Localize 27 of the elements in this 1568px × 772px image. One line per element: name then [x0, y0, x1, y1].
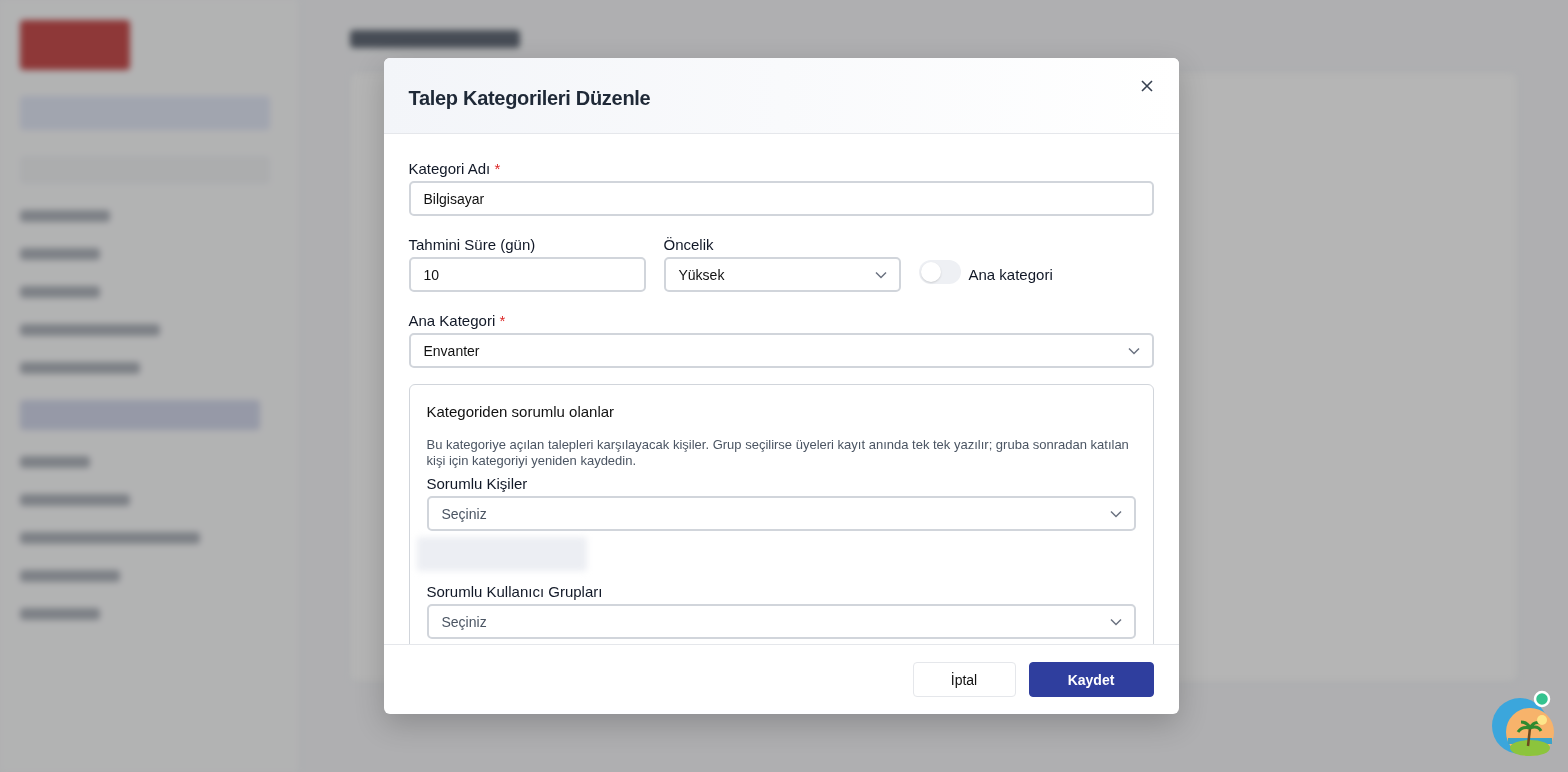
chevron-down-icon — [1127, 346, 1140, 355]
chevron-down-icon — [1109, 509, 1122, 518]
dialog-title: Talep Kategorileri Düzenle — [408, 87, 651, 110]
select-field[interactable]: Yüksek — [663, 257, 901, 292]
required-mark: * — [494, 160, 501, 177]
close-button[interactable] — [1138, 77, 1155, 94]
required-mark: * — [499, 312, 506, 329]
select-field[interactable]: Seçiniz — [426, 604, 1136, 639]
section-title: Kategoriden sorumlu olanlar — [426, 403, 616, 420]
cancel-button[interactable]: İptal — [912, 662, 1016, 697]
field-label: Öncelik — [663, 236, 715, 253]
text-field[interactable]: Bilgisayar — [408, 181, 1154, 216]
chevron-down-icon — [1109, 617, 1122, 626]
toggle-label: Ana kategori — [968, 266, 1053, 283]
field-label: Tahmini Süre (gün) — [408, 236, 537, 253]
select-field[interactable]: Envanter — [408, 333, 1154, 368]
chevron-down-icon — [874, 270, 887, 279]
select-field[interactable]: Seçiniz — [426, 496, 1136, 531]
toggle-switch[interactable] — [918, 259, 961, 284]
field-label: Sorumlu Kullanıcı Grupları — [426, 583, 604, 600]
field-label: Ana Kategori * — [408, 312, 507, 329]
field-label: Sorumlu Kişiler — [426, 475, 529, 492]
save-button[interactable]: Kaydet — [1028, 662, 1154, 697]
text-field[interactable]: 10 — [408, 257, 646, 292]
field-label: Kategori Adı * — [408, 160, 502, 177]
chat-launcher-button[interactable] — [1490, 690, 1554, 756]
section-description: Bu kategoriye açılan talepleri karşılayacak kişiler. Grup seçilirse üyeleri kayıt anında tek tek yazılır; gruba sonradan katılan kişi için kategoriyi yeniden kaydedin. — [426, 437, 1130, 469]
